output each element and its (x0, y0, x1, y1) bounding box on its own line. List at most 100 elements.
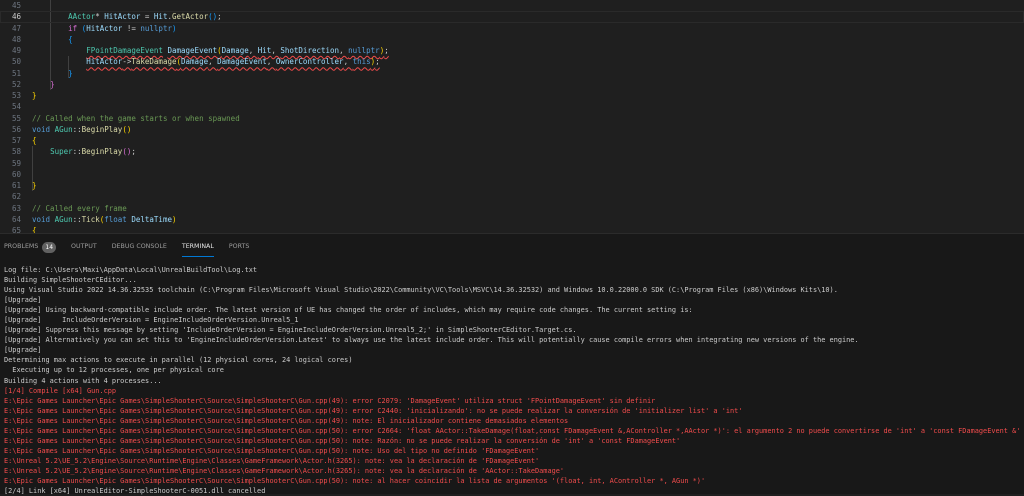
terminal-line: [Upgrade] (4, 346, 42, 355)
code-line[interactable]: 54 (0, 101, 1024, 112)
code-text: } (32, 180, 37, 191)
line-number: 63 (11, 203, 21, 213)
terminal-error-line: E:\Epic Games Launcher\Epic Games\Simple… (4, 426, 1021, 435)
line-number: 53 (11, 91, 21, 100)
code-token: ShotDirection (280, 46, 340, 55)
code-line[interactable]: 47 if (HitActor != nullptr) (0, 23, 1024, 34)
code-token: } (32, 91, 37, 100)
code-line[interactable]: 64 void AGun::Tick(float DeltaTime) (0, 214, 1024, 225)
line-number: 64 (11, 214, 21, 224)
code-text: void AGun::BeginPlay() (32, 124, 131, 135)
code-text: void AGun::Tick(float DeltaTime) (32, 214, 177, 225)
code-token: nullptr (140, 23, 172, 33)
code-line[interactable]: 51 } (0, 68, 1024, 79)
code-token: , (266, 57, 276, 67)
tab-label: DEBUG CONSOLE (111, 243, 167, 250)
code-token: TakeDamage (131, 57, 177, 67)
code-line[interactable]: 49 FPointDamageEvent DamageEvent(Damage,… (0, 45, 1024, 56)
code-line[interactable]: 62 (0, 191, 1024, 202)
code-token: } (50, 79, 55, 89)
tab-terminal[interactable]: TERMINAL (181, 238, 214, 257)
code-line[interactable]: 45 (0, 0, 1024, 11)
tab-label: OUTPUT (71, 243, 97, 250)
code-token: = (140, 12, 154, 22)
code-token: Damage (221, 46, 249, 55)
terminal-line: [2/4] Link [x64] UnrealEditor-SimpleShoo… (4, 487, 266, 496)
code-line[interactable]: 61} (0, 180, 1024, 191)
code-line[interactable]: 50 HitActor->TakeDamage(Damage, DamageEv… (0, 56, 1024, 67)
code-text: } (32, 79, 55, 90)
code-token: void (32, 214, 51, 224)
code-text: { (32, 34, 73, 45)
terminal-error-line: E:\Epic Games Launcher\Epic Games\Simple… (4, 436, 681, 445)
code-token: { (68, 34, 73, 44)
code-token: ) (171, 214, 177, 224)
code-token: FPointDamageEvent (86, 46, 163, 55)
line-number: 47 (11, 23, 21, 33)
tab-label: PROBLEMS (4, 243, 39, 250)
code-line[interactable]: 48 { (0, 34, 1024, 45)
tab-problems[interactable]: PROBLEMS 14 (4, 238, 57, 256)
terminal-line: Determining max actions to execute in pa… (4, 356, 353, 365)
code-token: void (32, 124, 51, 134)
tab-debug-console[interactable]: DEBUG CONSOLE (112, 238, 167, 256)
code-editor[interactable]: 45 46 AActor* HitActor = Hit.GetActor(); 4… (0, 0, 1024, 233)
code-token: () (122, 147, 132, 157)
code-token: HitActor (104, 12, 141, 22)
code-token: ) (171, 23, 177, 33)
terminal-line: Using Visual Studio 2022 14.36.32535 too… (4, 286, 838, 295)
line-number: 58 (11, 147, 21, 157)
terminal-error-line: E:\Unreal 5.2\UE_5.2\Engine\Source\Runti… (4, 456, 540, 465)
code-token: , (343, 57, 353, 67)
code-token: DamageEvent (167, 46, 218, 55)
code-token: this (352, 57, 371, 67)
code-text: { (32, 225, 37, 233)
line-number: 59 (11, 158, 21, 168)
code-token: BeginPlay (81, 124, 123, 134)
line-number: 56 (11, 124, 21, 134)
code-text: } (32, 90, 37, 101)
code-token: ; (217, 12, 222, 22)
line-number: 52 (11, 79, 21, 89)
code-token: :: (72, 214, 82, 224)
code-line[interactable]: 58 Super::BeginPlay(); (0, 146, 1024, 157)
code-line[interactable]: 56 void AGun::BeginPlay() (0, 124, 1024, 135)
tab-ports[interactable]: PORTS (229, 238, 250, 256)
code-line[interactable]: 46 AActor* HitActor = Hit.GetActor(); (0, 11, 1024, 22)
line-number: 62 (11, 192, 21, 202)
terminal-line: [Upgrade] (4, 296, 42, 305)
code-text: AActor* HitActor = Hit.GetActor(); (32, 11, 222, 22)
code-token: HitActor (86, 23, 123, 33)
code-line[interactable]: 65 { (0, 225, 1024, 233)
code-text: FPointDamageEvent DamageEvent(Damage, Hi… (32, 45, 389, 56)
code-line[interactable]: 60 (0, 169, 1024, 180)
code-token: , (271, 46, 281, 55)
code-line[interactable]: 59 (0, 158, 1024, 169)
tab-output[interactable]: OUTPUT (71, 238, 97, 256)
code-token: { (32, 226, 37, 233)
code-line[interactable]: 63 // Called every frame (0, 203, 1024, 214)
code-line[interactable]: 52 } (0, 79, 1024, 90)
terminal-line: [Upgrade] Suppress this message by setti… (4, 326, 577, 335)
code-line[interactable]: 57 { (0, 135, 1024, 146)
terminal-error-line: E:\Epic Games Launcher\Epic Games\Simple… (4, 416, 569, 425)
code-text: // Called when the game starts or when s… (32, 113, 240, 124)
code-text: HitActor->TakeDamage(Damage, DamageEvent… (32, 56, 380, 67)
line-number: 55 (11, 113, 21, 123)
line-number: 60 (11, 169, 21, 179)
terminal-output[interactable]: Log file: C:\Users\Maxi\AppData\Local\Un… (4, 265, 1020, 496)
code-line[interactable]: 55 // Called when the game starts or when… (0, 113, 1024, 124)
code-token: BeginPlay (81, 147, 123, 157)
code-token: Hit (153, 12, 168, 22)
tab-label: PORTS (228, 243, 250, 250)
code-token: HitActor (86, 57, 123, 67)
terminal-line: [Upgrade] Using backward-compatible incl… (4, 306, 693, 315)
terminal-line: Executing up to 12 processes, one per ph… (4, 366, 224, 375)
code-line[interactable]: 53} (0, 90, 1024, 101)
code-token: float (104, 214, 127, 224)
code-token: AActor (68, 12, 96, 22)
